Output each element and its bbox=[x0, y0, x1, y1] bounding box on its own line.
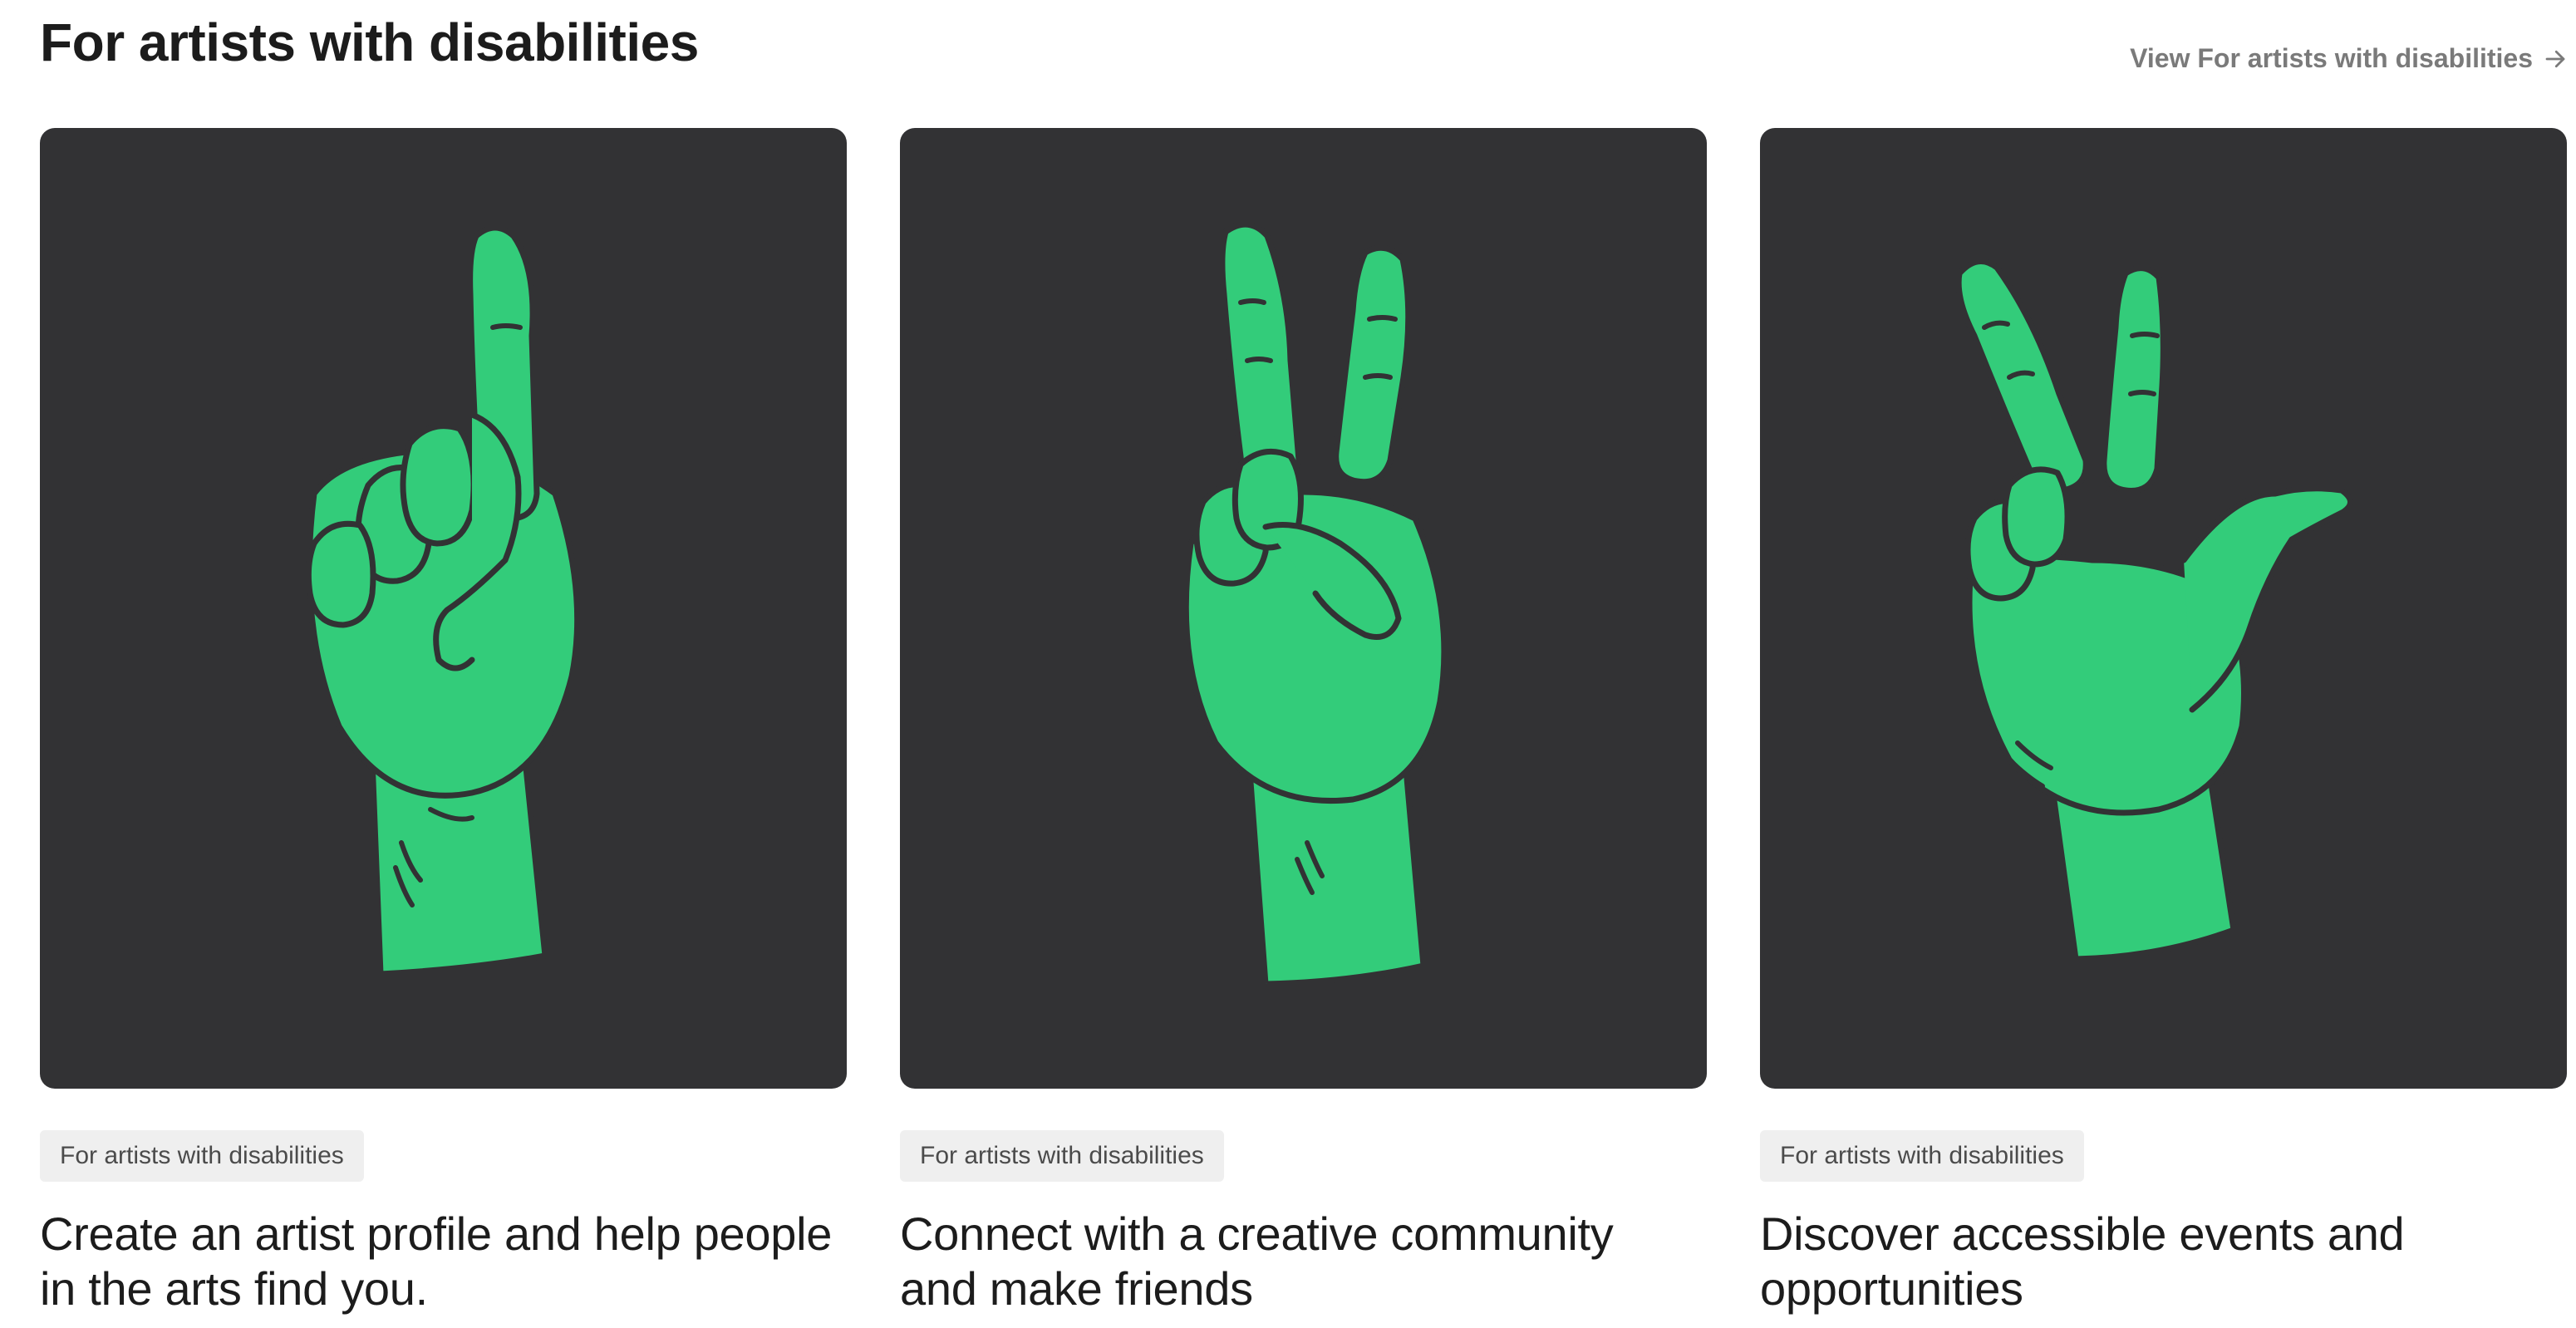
hand-three-fingers-icon bbox=[1955, 258, 2353, 962]
card-creative-community[interactable]: For artists with disabilities Connect wi… bbox=[900, 128, 1707, 1316]
card-list: For artists with disabilities Create an … bbox=[40, 128, 2568, 1316]
view-all-link[interactable]: View For artists with disabilities bbox=[2130, 43, 2568, 74]
card-title[interactable]: Discover accessible events and opportuni… bbox=[1760, 1207, 2558, 1316]
card-image bbox=[900, 128, 1707, 1089]
card-accessible-events[interactable]: For artists with disabilities Discover a… bbox=[1760, 128, 2567, 1316]
view-all-label: View For artists with disabilities bbox=[2130, 43, 2533, 73]
card-title[interactable]: Create an artist profile and help people… bbox=[40, 1207, 838, 1316]
card-image bbox=[40, 128, 847, 1089]
hand-one-finger-icon bbox=[305, 224, 581, 977]
arrow-right-icon bbox=[2545, 50, 2565, 67]
card-title[interactable]: Connect with a creative community and ma… bbox=[900, 1207, 1698, 1316]
card-artist-profile[interactable]: For artists with disabilities Create an … bbox=[40, 128, 847, 1316]
card-image bbox=[1760, 128, 2567, 1089]
hand-peace-sign-icon bbox=[1182, 221, 1448, 987]
section-title: For artists with disabilities bbox=[40, 12, 699, 72]
category-tag[interactable]: For artists with disabilities bbox=[40, 1130, 364, 1182]
section-header: For artists with disabilities View For a… bbox=[40, 0, 2568, 91]
category-tag[interactable]: For artists with disabilities bbox=[1760, 1130, 2084, 1182]
category-tag[interactable]: For artists with disabilities bbox=[900, 1130, 1224, 1182]
